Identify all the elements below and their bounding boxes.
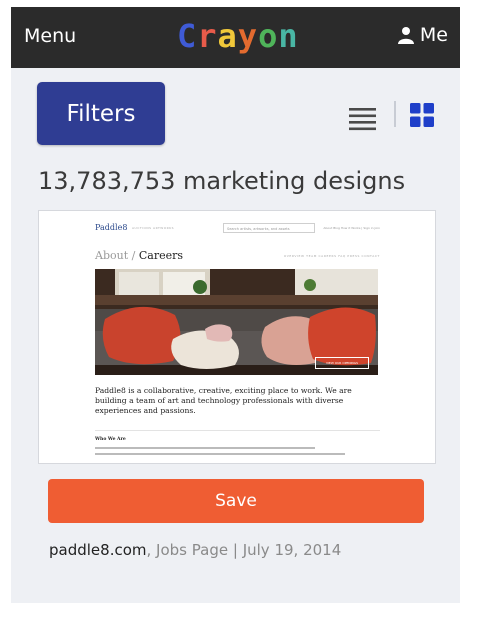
design-meta: paddle8.com, Jobs Page | July 19, 2014 <box>49 541 341 559</box>
preview-search: Search artists, artworks, and assets <box>223 223 315 233</box>
logo-letter: r <box>197 17 218 55</box>
preview-title-separator: / <box>131 249 136 262</box>
logo-letter: y <box>237 17 259 55</box>
preview-title: About / Careers <box>95 249 183 262</box>
preview-top-links: About Blog How it Works | Sign in Join <box>323 226 380 230</box>
preview-header: Paddle8 AUCTIONS ARTWORKS Search artists… <box>95 223 380 237</box>
preview-subnav: OVERVIEW TEAM CAREERS FAQ PRESS CONTACT <box>283 254 380 258</box>
design-date: July 19, 2014 <box>242 541 342 559</box>
preview-title-muted: About <box>95 249 129 262</box>
filters-button[interactable]: Filters <box>37 82 165 145</box>
me-button[interactable]: Me <box>397 24 448 46</box>
preview-title-main: Careers <box>138 249 183 262</box>
meta-separator: | <box>232 541 238 559</box>
preview-body-text: Paddle8 is a collaborative, creative, ex… <box>95 386 352 415</box>
logo-letter: o <box>258 17 279 55</box>
view-toggle-divider <box>394 101 396 127</box>
preview-text-line <box>95 453 345 455</box>
result-count: 13,783,753 marketing designs <box>38 167 406 195</box>
preview-logo: Paddle8 <box>95 223 128 232</box>
logo-letter: n <box>278 17 299 55</box>
logo-letter: a <box>217 17 238 55</box>
save-button[interactable]: Save <box>48 479 424 523</box>
menu-button[interactable]: Menu <box>24 25 76 47</box>
grid-view-icon[interactable] <box>410 103 434 127</box>
preview-section-heading: Who We Are <box>95 437 126 442</box>
design-site-link[interactable]: paddle8.com <box>49 541 147 559</box>
crayon-logo[interactable]: Crayon <box>177 17 299 55</box>
list-view-icon[interactable] <box>349 107 376 131</box>
top-bar: Menu Crayon Me <box>11 7 460 68</box>
design-thumbnail[interactable]: Paddle8 AUCTIONS ARTWORKS Search artists… <box>38 210 436 464</box>
preview-hero-photo: VIEW OUR OPENINGS <box>95 269 378 375</box>
preview-nav: AUCTIONS ARTWORKS <box>132 226 175 230</box>
logo-letter: C <box>177 17 198 55</box>
preview-openings-button: VIEW OUR OPENINGS <box>315 357 369 369</box>
app-frame: Menu Crayon Me Filters 13,783,753 market… <box>11 7 460 603</box>
me-label: Me <box>419 24 448 46</box>
design-page-type: Jobs Page <box>156 541 229 559</box>
preview-divider <box>95 430 380 431</box>
person-icon <box>397 27 414 44</box>
preview-text-line <box>95 447 315 449</box>
meta-comma: , <box>146 541 157 559</box>
